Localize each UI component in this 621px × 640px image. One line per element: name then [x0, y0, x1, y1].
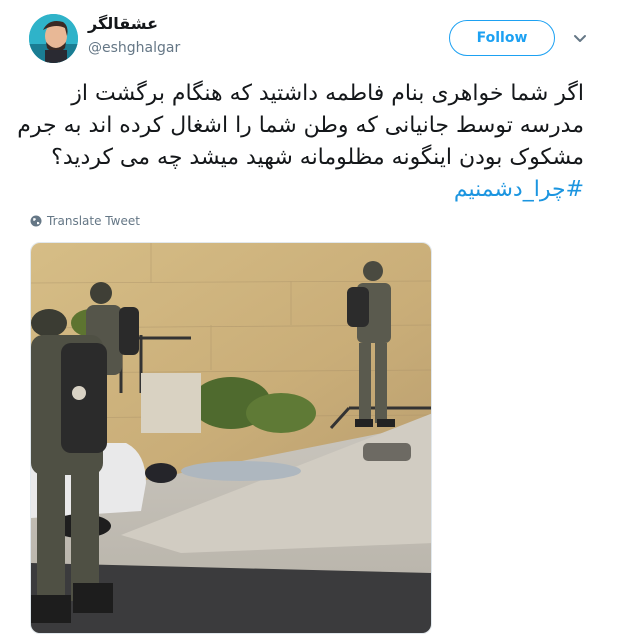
follow-button[interactable]: Follow [449, 20, 555, 56]
tweet-text-line: مدرسه توسط جانیانی که وطن شما را اشغال ک… [17, 113, 584, 138]
tweet-text-line: مشکوک بودن اینگونه مظلومانه شهید میشد چه… [51, 145, 584, 170]
tweet-text-line: اگر شما خواهری بنام فاطمه داشتید که هنگا… [71, 81, 584, 106]
username-handle[interactable]: @eshghalgar [88, 40, 180, 56]
tweet-card: عشقالگر @eshghalgar Follow اگر شما خواهر… [0, 0, 621, 640]
translate-tweet-link[interactable]: Translate Tweet [30, 214, 140, 228]
scene-photo [31, 243, 431, 633]
globe-icon [30, 215, 42, 227]
translate-tweet-label: Translate Tweet [47, 214, 140, 228]
avatar[interactable] [29, 14, 78, 63]
hashtag-link[interactable]: #چرا_دشمنیم [28, 174, 584, 206]
tweet-text: اگر شما خواهری بنام فاطمه داشتید که هنگا… [17, 78, 584, 206]
chevron-down-icon[interactable] [572, 30, 588, 46]
tweet-photo[interactable] [30, 242, 432, 634]
display-name[interactable]: عشقالگر [88, 14, 158, 33]
